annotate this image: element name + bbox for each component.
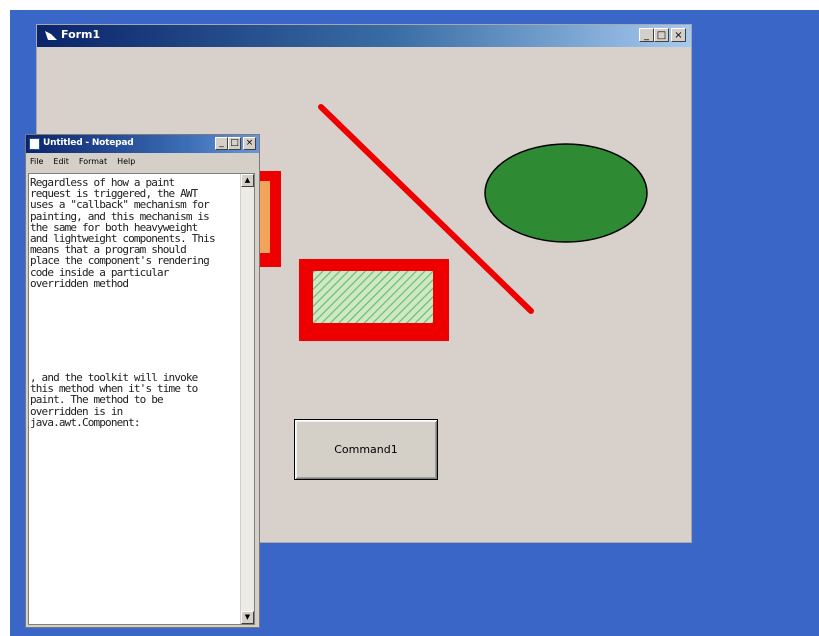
notepad-menubar: File Edit Format Help bbox=[26, 153, 259, 170]
vertical-scrollbar[interactable]: ▲ ▼ bbox=[240, 174, 254, 624]
menu-file[interactable]: File bbox=[30, 157, 43, 166]
maximize-button[interactable]: □ bbox=[654, 28, 669, 42]
form-app-icon bbox=[45, 31, 57, 40]
menu-help[interactable]: Help bbox=[117, 157, 135, 166]
command1-button[interactable]: Command1 bbox=[294, 419, 438, 480]
notepad-text-paragraph-2: , and the toolkit will invoke this metho… bbox=[30, 371, 198, 429]
notepad-maximize-button[interactable]: □ bbox=[228, 137, 241, 150]
close-button[interactable]: × bbox=[671, 28, 686, 42]
hatched-rectangle bbox=[313, 271, 433, 323]
notepad-titlebar[interactable]: Untitled - Notepad _ □ × bbox=[26, 135, 259, 153]
notepad-close-button[interactable]: × bbox=[243, 137, 256, 150]
notepad-title: Untitled - Notepad bbox=[43, 138, 134, 148]
form1-title: Form1 bbox=[61, 28, 101, 41]
notepad-text-area[interactable]: Regardless of how a paint request is tri… bbox=[28, 173, 255, 625]
notepad-icon bbox=[29, 138, 40, 150]
notepad-text-paragraph-1: Regardless of how a paint request is tri… bbox=[30, 176, 216, 290]
minimize-button[interactable]: _ bbox=[639, 28, 654, 42]
form1-titlebar[interactable]: Form1 _ □ × bbox=[37, 25, 691, 47]
green-ellipse bbox=[484, 143, 648, 243]
menu-format[interactable]: Format bbox=[79, 157, 107, 166]
notepad-minimize-button[interactable]: _ bbox=[215, 137, 228, 150]
scroll-up-arrow-icon[interactable]: ▲ bbox=[241, 174, 254, 187]
menu-edit[interactable]: Edit bbox=[53, 157, 69, 166]
notepad-window[interactable]: Untitled - Notepad _ □ × File Edit Forma… bbox=[25, 134, 260, 628]
scroll-down-arrow-icon[interactable]: ▼ bbox=[241, 611, 254, 624]
